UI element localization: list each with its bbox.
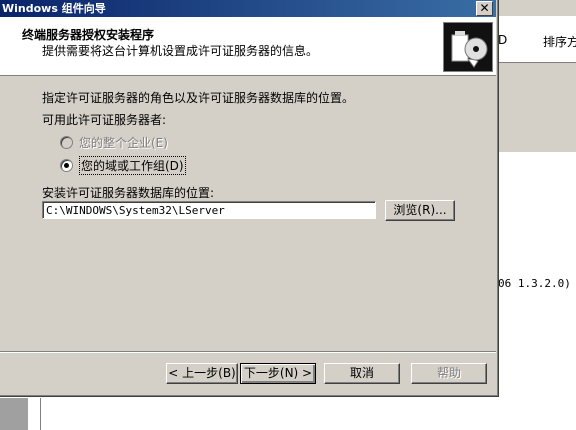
title-bar[interactable]: Windows 组件向导 ✕ [0,0,496,17]
wizard-header-subtitle: 提供需要将这台计算机设置成许可证服务器的信息。 [42,44,319,58]
radio-enterprise-button [60,136,73,149]
close-icon: ✕ [479,1,490,15]
button-separator-highlight [0,352,496,353]
background-column-header[interactable]: D [498,33,507,47]
close-button[interactable]: ✕ [476,1,493,16]
next-button[interactable]: 下一步(N) > [240,363,316,384]
help-button[interactable]: 帮助 [411,363,487,384]
role-label: 可用此许可证服务器者: [42,113,167,127]
background-column-sort[interactable]: 排序方 [543,33,576,50]
background-scroll-area [0,398,28,430]
components-wizard-dialog: Windows 组件向导 ✕ 终端服务器授权安装程序 提供需要将这台计算机设置成… [0,0,499,397]
radio-enterprise: 您的整个企业(E) [60,134,168,151]
back-button[interactable]: < 上一步(B) [166,363,238,384]
cancel-button[interactable]: 取消 [324,363,400,384]
background-version-text: 06 1.3.2.0) [498,277,571,290]
db-location-label: 安装许可证服务器数据库的位置: [42,186,215,200]
browse-button[interactable]: 浏览(R)... [385,200,455,221]
radio-enterprise-label: 您的整个企业(E) [79,136,168,150]
db-path-field[interactable]: C:\WINDOWS\System32\LServer [42,201,376,219]
radio-domain-button[interactable] [60,159,73,172]
setup-box-icon [443,22,493,72]
background-divider [40,398,41,430]
window-title: Windows 组件向导 [2,2,106,15]
wizard-header-title: 终端服务器授权安装程序 [22,28,155,42]
instruction-text: 指定许可证服务器的角色以及许可证服务器数据库的位置。 [42,91,355,105]
wizard-header: 终端服务器授权安装程序 提供需要将这台计算机设置成许可证服务器的信息。 [0,17,496,76]
radio-domain[interactable]: 您的域或工作组(D) [60,156,186,175]
radio-domain-label[interactable]: 您的域或工作组(D) [79,156,186,175]
